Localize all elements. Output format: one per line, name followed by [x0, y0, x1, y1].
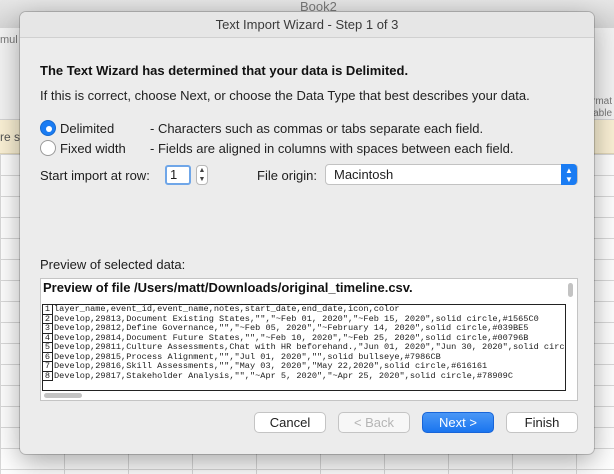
file-origin-select[interactable]: Macintosh ▲ ▼: [325, 164, 578, 185]
cancel-button[interactable]: Cancel: [254, 412, 326, 433]
delimited-description: - Characters such as commas or tabs sepa…: [150, 120, 484, 136]
file-origin-value: Macintosh: [334, 167, 394, 182]
row-data: Develop,29817,Stakeholder Analysis,"","~…: [54, 370, 513, 381]
fixed-width-description: - Fields are aligned in columns with spa…: [150, 140, 514, 156]
back-button[interactable]: < Back: [338, 412, 410, 433]
file-origin-label: File origin:: [257, 168, 317, 183]
fixed-width-label[interactable]: Fixed width: [60, 141, 132, 156]
dialog-title: Text Import Wizard - Step 1 of 3: [20, 12, 594, 38]
preview-file-title: Preview of file /Users/matt/Downloads/or…: [43, 280, 413, 295]
delimited-radio[interactable]: [40, 120, 56, 136]
text-import-wizard-dialog: Text Import Wizard - Step 1 of 3 The Tex…: [20, 12, 594, 454]
delimited-label[interactable]: Delimited: [60, 121, 132, 136]
delimited-option[interactable]: Delimited - Characters such as commas or…: [40, 119, 483, 137]
start-row-stepper[interactable]: ▲ ▼: [196, 165, 208, 185]
preview-vertical-scrollbar[interactable]: [568, 283, 573, 297]
preview-data-table: 1 layer_name,event_id,event_name,notes,st…: [42, 304, 566, 391]
background-left-edge-text: mul: [0, 34, 18, 46]
fixed-width-option[interactable]: Fixed width - Fields are aligned in colu…: [40, 139, 513, 157]
start-import-row-input[interactable]: 1: [165, 165, 191, 185]
chevron-updown-icon[interactable]: ▲ ▼: [561, 164, 577, 185]
preview-panel[interactable]: Preview of file /Users/matt/Downloads/or…: [40, 278, 578, 401]
table-row: 8 Develop,29817,Stakeholder Analysis,"","…: [43, 370, 565, 381]
next-button[interactable]: Next >: [422, 412, 494, 433]
row-number: 8: [43, 371, 53, 381]
wizard-instructions: If this is correct, choose Next, or choo…: [40, 88, 530, 103]
preview-label: Preview of selected data:: [40, 257, 186, 272]
stepper-up-icon[interactable]: ▲: [197, 166, 207, 175]
fixed-width-radio[interactable]: [40, 140, 56, 156]
start-import-label: Start import at row:: [40, 168, 150, 183]
finish-button[interactable]: Finish: [506, 412, 578, 433]
stepper-down-icon[interactable]: ▼: [197, 175, 207, 184]
wizard-headline: The Text Wizard has determined that your…: [40, 63, 409, 78]
preview-horizontal-scrollbar[interactable]: [44, 393, 82, 398]
